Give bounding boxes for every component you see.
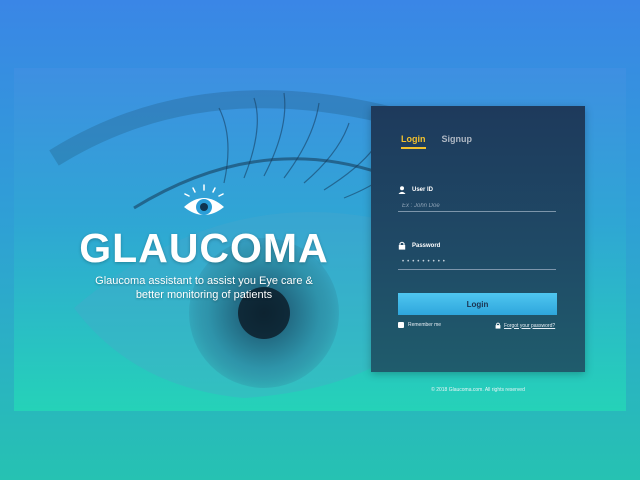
forgot-password-link[interactable]: Forgot your password? bbox=[495, 322, 555, 329]
brand-tagline-line-2: better monitoring of patients bbox=[135, 289, 273, 301]
forgot-password-label[interactable]: Forgot your password? bbox=[504, 323, 555, 329]
user-icon bbox=[398, 186, 406, 194]
tab-signup[interactable]: Signup bbox=[442, 134, 473, 149]
remember-me-label: Remember me bbox=[408, 322, 442, 328]
login-card: Login Signup User ID Password ••••• bbox=[371, 106, 585, 372]
tab-login[interactable]: Login bbox=[401, 134, 426, 149]
brand-tagline-line-1: Glaucoma assistant to assist you Eye car… bbox=[95, 275, 313, 287]
lock-icon bbox=[398, 241, 406, 250]
hero-stage: GLAUCOMA Glaucoma assistant to assist yo… bbox=[14, 68, 626, 411]
brand-title: GLAUCOMA bbox=[79, 225, 329, 271]
remember-me-checkbox[interactable]: Remember me bbox=[398, 322, 441, 328]
user-id-label: User ID bbox=[412, 187, 434, 193]
checkbox-box[interactable] bbox=[398, 322, 404, 328]
login-button[interactable]: Login bbox=[398, 293, 557, 315]
eye-logo-icon bbox=[184, 184, 224, 215]
lock-icon bbox=[495, 322, 501, 329]
brand-block: GLAUCOMA Glaucoma assistant to assist yo… bbox=[64, 183, 344, 302]
password-input[interactable]: ••••••••• bbox=[398, 257, 556, 270]
password-label: Password bbox=[412, 242, 441, 249]
copyright-footer: © 2018 Glaucoma.com. All rights reserved bbox=[431, 387, 525, 393]
auth-tabs: Login Signup bbox=[401, 134, 472, 149]
user-id-input[interactable] bbox=[398, 201, 556, 212]
user-id-field-group: User ID bbox=[398, 186, 556, 212]
brand-tagline: Glaucoma assistant to assist you Eye car… bbox=[64, 274, 344, 302]
password-field-group: Password ••••••••• bbox=[398, 241, 556, 270]
